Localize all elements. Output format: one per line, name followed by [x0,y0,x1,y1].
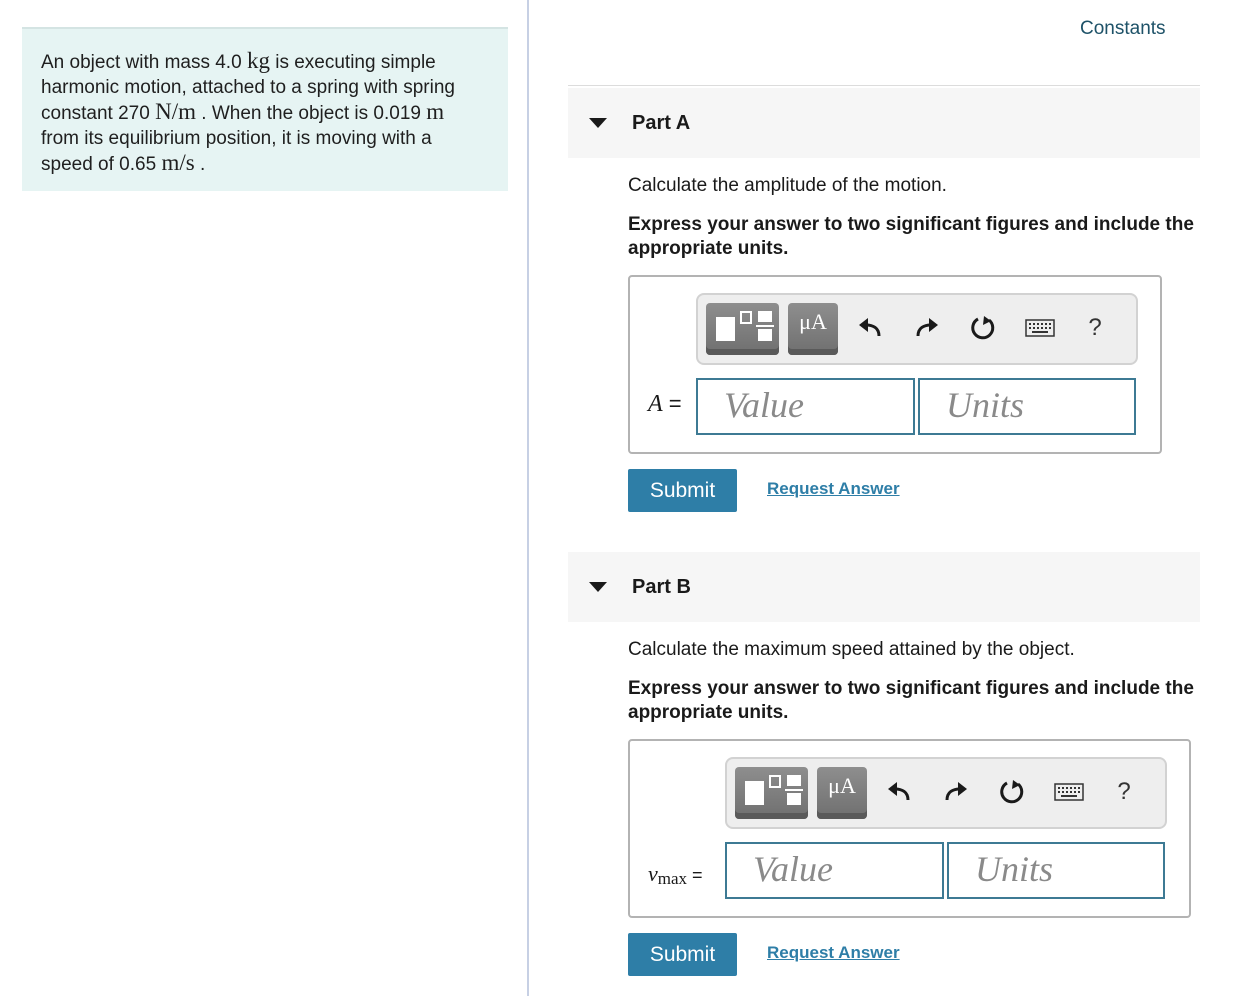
panel-divider [527,0,529,996]
problem-text: An object with mass 4.0 [41,52,247,73]
unit-m-per-s: m/s [161,150,195,175]
redo-icon[interactable] [939,775,973,809]
problem-text: harmonic motion, attached to a spring wi… [41,76,455,98]
part-a-instruction: Express your answer to two significant f… [628,214,1194,259]
problem-text: is executing simple [269,52,436,73]
part-a-submit-button[interactable]: Submit [628,469,737,512]
part-a-question: Calculate the amplitude of the motion. [628,175,947,196]
part-b-variable-label: vmax = [648,861,703,888]
part-b-title: Part B [632,576,691,598]
problem-text: . [194,154,206,175]
variable-subscript: max [657,869,688,888]
variable-symbol: A [648,391,663,417]
reset-icon[interactable] [995,775,1029,809]
problem-text: speed of 0.65 [41,154,162,175]
help-icon[interactable]: ? [1078,311,1112,345]
part-a-request-answer-link[interactable]: Request Answer [767,479,900,499]
math-toolbar: μA ? [725,757,1167,829]
equals-sign: = [662,391,682,416]
part-b-submit-button[interactable]: Submit [628,933,737,976]
symbols-icon[interactable]: μA [817,767,867,819]
part-a-answer-box: μA ? A = Value Units [628,275,1162,454]
keyboard-icon[interactable] [1023,311,1057,345]
undo-icon[interactable] [853,311,887,345]
problem-statement: An object with mass 4.0 kg is executing … [22,27,508,191]
templates-icon[interactable] [735,767,808,819]
part-b-answer-box: μA ? vmax = Value Units [628,739,1191,918]
part-b-question: Calculate the maximum speed attained by … [628,639,1075,660]
part-b-instruction: Express your answer to two significant f… [628,678,1194,723]
help-icon[interactable]: ? [1107,775,1141,809]
part-a-title: Part A [632,112,691,134]
collapse-triangle-icon[interactable] [589,582,607,592]
part-b-units-input[interactable]: Units [947,842,1165,899]
part-b-value-input[interactable]: Value [725,842,944,899]
problem-text: constant 270 [41,103,156,124]
equals-sign: = [687,865,703,885]
constants-link[interactable]: Constants [1080,18,1166,40]
symbols-label: μA [799,309,827,334]
problem-text: from its equilibrium position, it is mov… [41,127,432,149]
reset-icon[interactable] [966,311,1000,345]
separator [568,85,1200,86]
part-a-value-input[interactable]: Value [696,378,915,435]
templates-icon[interactable] [706,303,779,355]
collapse-triangle-icon[interactable] [589,118,607,128]
part-a-variable-label: A = [648,391,682,418]
unit-m: m [426,99,445,124]
symbols-label: μA [828,773,856,798]
undo-icon[interactable] [882,775,916,809]
part-b-request-answer-link[interactable]: Request Answer [767,943,900,963]
part-a-units-input[interactable]: Units [918,378,1136,435]
part-b-header[interactable]: Part B [568,552,1200,622]
redo-icon[interactable] [910,311,944,345]
math-toolbar: μA ? [696,293,1138,365]
symbols-icon[interactable]: μA [788,303,838,355]
part-a-header[interactable]: Part A [568,88,1200,158]
problem-text: . When the object is 0.019 [195,103,427,124]
keyboard-icon[interactable] [1052,775,1086,809]
unit-n-per-m: N/m [155,99,196,124]
variable-symbol: v [648,861,658,886]
unit-kg: kg [246,48,270,73]
